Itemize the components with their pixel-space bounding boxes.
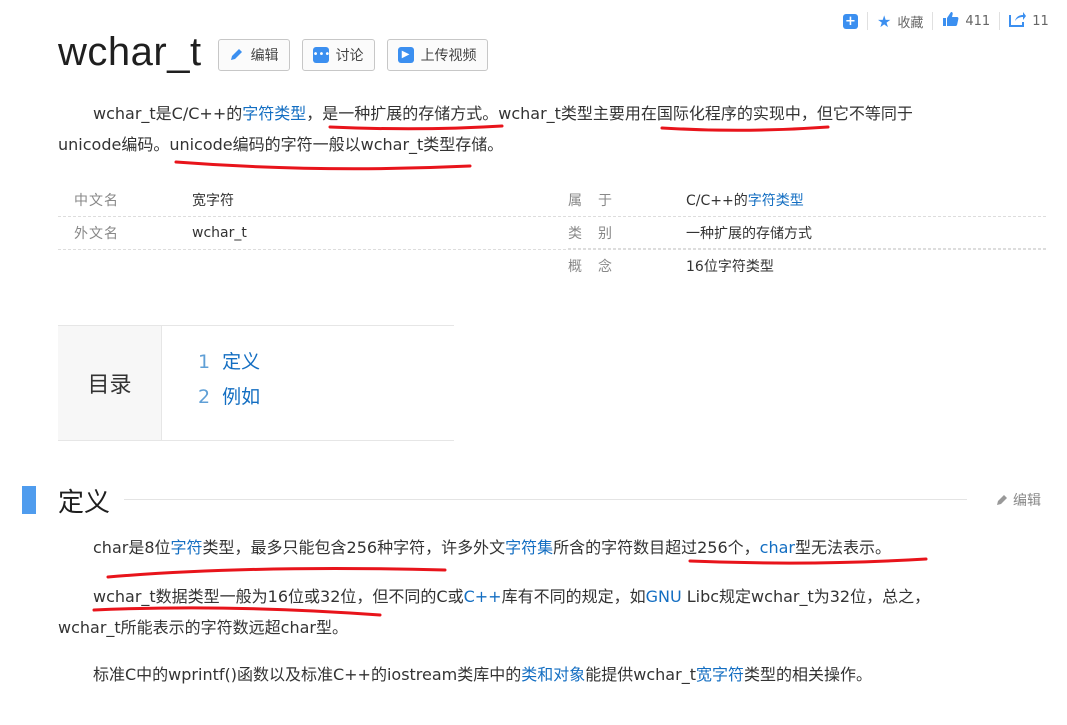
toolbar-divider (867, 12, 868, 30)
info-value: 16位字符类型 (686, 259, 774, 275)
info-box: 中文名 宽字符 属 于 C/C++的字符类型 外文名 wchar_t 类 别 一… (58, 184, 1046, 282)
link-charset[interactable]: 字符集 (505, 538, 553, 557)
link-char-type-info[interactable]: 字符类型 (748, 193, 804, 209)
catalog: 目录 1 定义 2 例如 (58, 325, 454, 441)
catalog-item[interactable]: 1 定义 (198, 347, 454, 382)
body-paragraph: 标准C中的wprintf()函数以及标准C++的iostream类库中的类和对象… (93, 665, 872, 684)
link-char-type-name[interactable]: char (760, 538, 795, 557)
edit-button-label: 编辑 (250, 47, 279, 64)
play-icon: ▶ (397, 46, 414, 63)
info-row: 中文名 宽字符 属 于 C/C++的字符类型 (58, 184, 1046, 217)
summary-text: wchar_t是C/C++的 (93, 104, 243, 123)
catalog-list: 1 定义 2 例如 (162, 326, 454, 440)
catalog-item[interactable]: 2 例如 (198, 382, 454, 417)
body-paragraph: wchar_t数据类型一般为16位或32位，但不同的C或C++库有不同的规定，如… (58, 587, 931, 637)
info-label: 概 念 (568, 259, 613, 275)
info-value: 一种扩展的存储方式 (686, 226, 812, 242)
toolbar-divider (999, 12, 1001, 30)
body-paragraph: char是8位字符类型，最多只能包含256种字符，许多外文字符集所含的字符数目超… (93, 538, 891, 557)
link-char[interactable]: 字符 (171, 538, 203, 557)
discuss-button-label: 讨论 (335, 47, 364, 64)
info-label: 属 于 (568, 193, 613, 209)
section-title: 定义 (58, 488, 111, 518)
discuss-icon: ••• (312, 46, 330, 63)
annotation-underline (106, 567, 447, 579)
toolbar-divider (932, 12, 934, 30)
thumbs-up-icon[interactable] (942, 11, 959, 31)
info-divider (568, 248, 1046, 249)
catalog-title: 目录 (58, 326, 162, 440)
upload-video-button[interactable]: ▶ 上传视频 (386, 38, 488, 71)
link-gnu[interactable]: GNU (646, 587, 682, 606)
info-label: 类 别 (568, 226, 613, 242)
info-label: 中文名 (74, 193, 119, 209)
annotation-underline (174, 160, 472, 171)
link-cpp[interactable]: C++ (464, 587, 502, 606)
plus-square-icon[interactable]: + (843, 13, 858, 29)
like-count[interactable]: 411 (965, 14, 990, 29)
summary-text: unicode编码。unicode编码的字符一般以wchar_t类型存储。 (58, 135, 504, 154)
info-row: 外文名 wchar_t 类 别 一种扩展的存储方式 (58, 217, 1046, 250)
discuss-button[interactable]: ••• 讨论 (301, 38, 375, 71)
info-value: 宽字符 (192, 193, 234, 209)
share-count[interactable]: 11 (1032, 14, 1049, 29)
upload-video-button-label: 上传视频 (420, 47, 477, 64)
info-label: 外文名 (74, 226, 119, 242)
link-char-type[interactable]: 字符类型 (242, 104, 306, 123)
summary-paragraph: wchar_t是C/C++的字符类型，是一种扩展的存储方式。wchar_t类型主… (58, 98, 1008, 160)
favorite-button[interactable]: 收藏 (897, 12, 923, 31)
edit-button[interactable]: 编辑 (217, 38, 290, 71)
link-class-object[interactable]: 类和对象 (521, 665, 585, 684)
share-icon[interactable] (1009, 11, 1027, 31)
section-edit-button[interactable]: 编辑 (996, 490, 1041, 510)
star-icon[interactable]: ★ (877, 12, 891, 31)
pencil-icon (997, 495, 1007, 505)
link-wide-char[interactable]: 宽字符 (696, 665, 744, 684)
summary-text: ，是一种扩展的存储方式。wchar_t类型主要用在国际化程序的实现中，但它不等同… (306, 104, 913, 123)
title-row: wchar_t 编辑 ••• 讨论 ▶ 上传视频 (58, 30, 500, 75)
info-row: 概 念 16位字符类型 (58, 250, 1046, 282)
pencil-icon (229, 47, 244, 62)
section-accent-bar (22, 486, 36, 514)
top-toolbar: + ★ 收藏 411 11 (843, 10, 1067, 32)
section-divider (124, 499, 967, 500)
info-value: C/C++的字符类型 (686, 193, 804, 209)
page-title: wchar_t (58, 30, 202, 74)
info-value: wchar_t (192, 225, 247, 241)
